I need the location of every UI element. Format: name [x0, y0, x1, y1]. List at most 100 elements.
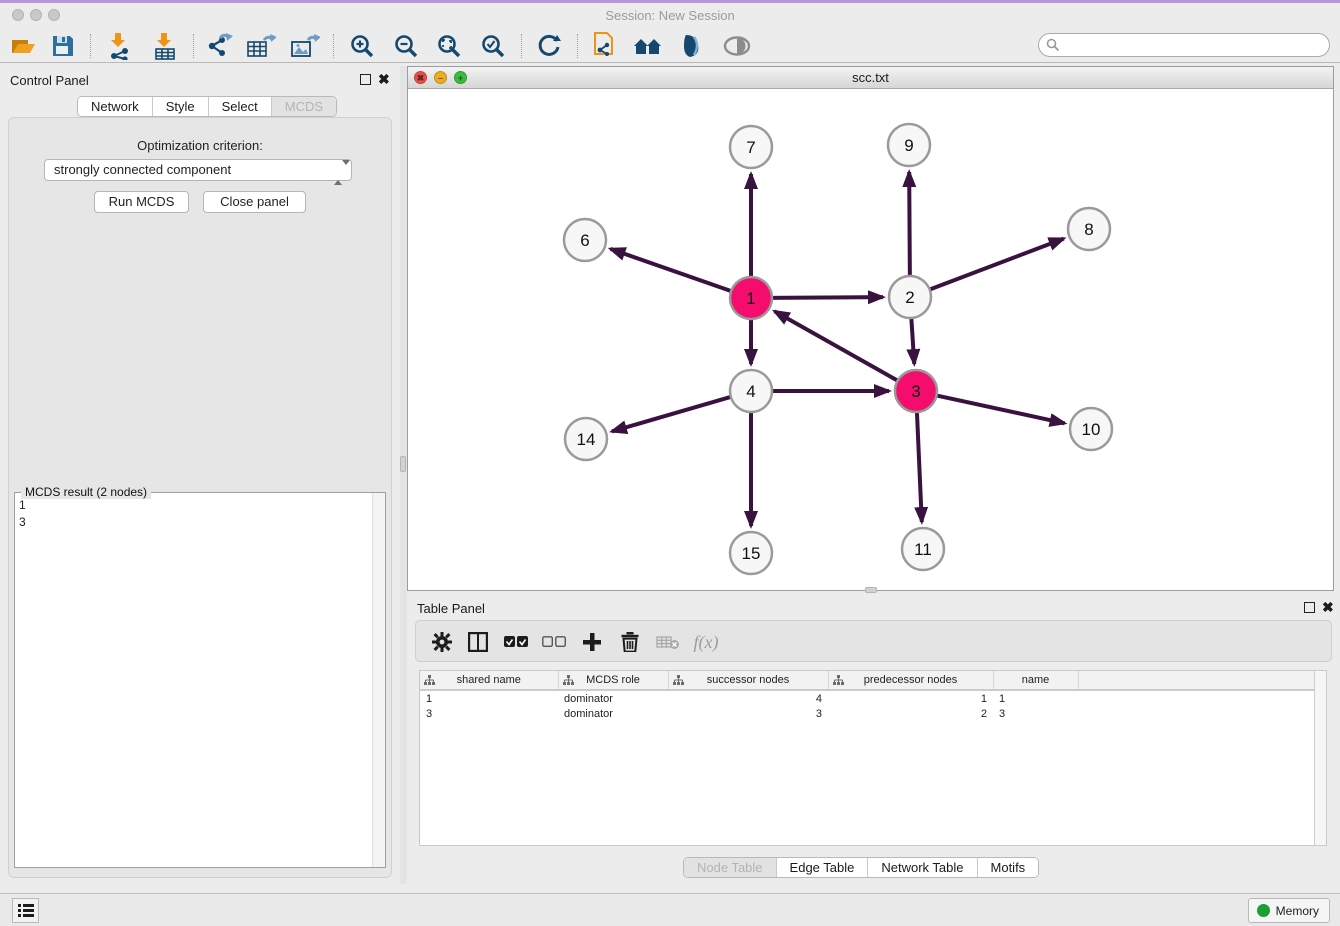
select-stepper-icon — [334, 163, 344, 179]
zoom-out-icon[interactable] — [391, 31, 421, 61]
table-row[interactable]: 1dominator411 — [420, 690, 1315, 706]
tab-motifs[interactable]: Motifs — [978, 858, 1039, 877]
open-session-icon[interactable] — [8, 31, 38, 61]
export-image-icon[interactable] — [290, 31, 320, 61]
table-cell[interactable]: 2 — [828, 706, 993, 722]
tab-node-table[interactable]: Node Table — [684, 858, 777, 877]
table-body[interactable]: 1dominator4113dominator323 — [420, 690, 1315, 722]
graph-edge-2-3[interactable] — [911, 316, 914, 364]
table-cell[interactable]: 1 — [420, 690, 558, 706]
graph-edge-1-6[interactable] — [610, 249, 733, 292]
horizontal-splitter-grip[interactable] — [865, 587, 877, 593]
column-header-name[interactable]: name — [993, 671, 1078, 690]
table-cell[interactable]: 1 — [828, 690, 993, 706]
toolbar-separator — [90, 34, 91, 58]
table-toolbar: f(x) — [415, 620, 1332, 662]
table-cell[interactable]: dominator — [558, 690, 668, 706]
table-cell[interactable]: 3 — [420, 706, 558, 722]
select-all-icon[interactable] — [502, 628, 530, 656]
column-header-MCDS-role[interactable]: MCDS role — [558, 671, 668, 690]
table-settings-gear-icon[interactable] — [428, 628, 456, 656]
window-title: Session: New Session — [0, 3, 1340, 28]
graph-edge-3-10[interactable] — [935, 395, 1065, 423]
graph-edge-1-2[interactable] — [770, 297, 883, 298]
task-history-button[interactable] — [12, 898, 39, 923]
table-cell[interactable]: dominator — [558, 706, 668, 722]
table-cell[interactable]: 4 — [668, 690, 828, 706]
import-table-icon[interactable] — [150, 31, 180, 61]
tab-edge-table[interactable]: Edge Table — [777, 858, 869, 877]
tab-network-table[interactable]: Network Table — [868, 858, 977, 877]
export-network-icon[interactable] — [204, 31, 234, 61]
optimization-criterion-select[interactable]: strongly connected component — [44, 159, 352, 181]
column-header-predecessor-nodes[interactable]: predecessor nodes — [828, 671, 993, 690]
show-columns-icon[interactable] — [464, 628, 492, 656]
graph-edge-2-9[interactable] — [909, 172, 910, 278]
zoom-fit-icon[interactable] — [434, 31, 464, 61]
close-panel-icon[interactable]: ✖ — [378, 74, 390, 85]
close-table-panel-icon[interactable]: ✖ — [1322, 602, 1334, 613]
float-panel-icon[interactable] — [360, 74, 371, 85]
add-column-icon[interactable] — [578, 628, 606, 656]
tab-style[interactable]: Style — [153, 97, 209, 116]
table-scrollbar[interactable] — [1314, 671, 1326, 845]
network-maximize-icon[interactable]: + — [454, 71, 467, 84]
column-header-shared-name[interactable]: shared name — [420, 671, 558, 690]
graph-edge-2-8[interactable] — [928, 239, 1064, 291]
result-scrollbar[interactable] — [372, 493, 385, 867]
control-panel-tabs: NetworkStyleSelectMCDS — [77, 96, 337, 117]
table-cell[interactable]: 1 — [993, 690, 1078, 706]
table-cell[interactable]: 3 — [668, 706, 828, 722]
tab-mcds[interactable]: MCDS — [272, 97, 336, 116]
graph-edge-4-14[interactable] — [612, 396, 733, 431]
list-icon — [18, 904, 34, 917]
delete-column-trash-icon[interactable] — [616, 628, 644, 656]
save-session-icon[interactable] — [48, 31, 78, 61]
tab-select[interactable]: Select — [209, 97, 272, 116]
search-input[interactable] — [1038, 33, 1330, 57]
titlebar: Session: New Session — [0, 3, 1340, 28]
memory-button[interactable]: Memory — [1248, 898, 1330, 923]
float-table-panel-icon[interactable] — [1304, 602, 1315, 613]
mcds-result-text[interactable]: 1 3 — [19, 497, 26, 531]
graph-node-label: 2 — [905, 288, 914, 307]
delete-table-icon — [654, 628, 682, 656]
graph-edge-3-1[interactable] — [775, 311, 900, 381]
network-canvas[interactable]: 1234678910111415 — [408, 89, 1333, 590]
minimize-window-button[interactable] — [30, 9, 42, 21]
table-header-row[interactable]: shared nameMCDS rolesuccessor nodesprede… — [420, 671, 1315, 690]
show-hide-panel-eye-icon[interactable] — [722, 31, 752, 61]
vertical-splitter[interactable] — [400, 66, 407, 884]
graph-node-label: 6 — [580, 231, 589, 250]
table-row[interactable]: 3dominator323 — [420, 706, 1315, 722]
deselect-all-icon[interactable] — [540, 628, 568, 656]
import-network-icon[interactable] — [104, 31, 134, 61]
network-minimize-icon[interactable]: – — [434, 71, 447, 84]
clone-network-icon[interactable] — [590, 31, 620, 61]
network-close-icon[interactable]: ✖ — [414, 71, 427, 84]
close-window-button[interactable] — [12, 9, 24, 21]
splitter-grip[interactable] — [400, 456, 406, 472]
graph-node-label: 4 — [746, 382, 755, 401]
tab-network[interactable]: Network — [78, 97, 153, 116]
maximize-window-button[interactable] — [48, 9, 60, 21]
export-table-icon[interactable] — [246, 31, 276, 61]
network-window-title: scc.txt — [408, 67, 1333, 89]
run-mcds-button[interactable]: Run MCDS — [94, 191, 189, 213]
zoom-in-icon[interactable] — [347, 31, 377, 61]
zoom-selected-icon[interactable] — [478, 31, 508, 61]
graph-node-label: 11 — [914, 540, 932, 559]
control-panel-title: Control Panel — [10, 73, 89, 88]
hide-graphics-details-icon[interactable] — [677, 31, 707, 61]
network-window-titlebar[interactable]: ✖ – + scc.txt — [408, 67, 1333, 89]
column-header-successor-nodes[interactable]: successor nodes — [668, 671, 828, 690]
toolbar-separator — [193, 34, 194, 58]
graph-edge-3-11[interactable] — [917, 410, 922, 522]
table-cell[interactable]: 3 — [993, 706, 1078, 722]
close-panel-button[interactable]: Close panel — [203, 191, 306, 213]
apply-layout-icon[interactable] — [534, 31, 564, 61]
toolbar-separator — [333, 34, 334, 58]
optimization-criterion-value: strongly connected component — [54, 162, 231, 177]
table-panel-title: Table Panel — [417, 601, 485, 616]
first-neighbors-icon[interactable] — [633, 31, 663, 61]
